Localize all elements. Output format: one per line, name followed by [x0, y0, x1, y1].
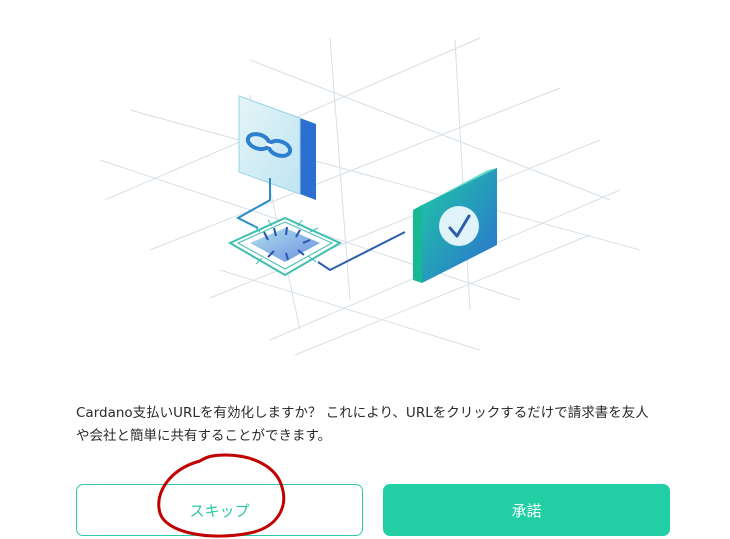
accept-button-label: 承諾	[511, 501, 542, 520]
message-line-2: や会社と簡単に共有することができます。	[76, 428, 332, 444]
skip-button-label: スキップ	[189, 501, 250, 520]
payment-url-illustration	[99, 37, 641, 356]
skip-button[interactable]: スキップ	[76, 484, 363, 536]
connector-chip-check	[317, 231, 406, 272]
connector-link-chip	[235, 178, 271, 229]
checkmark-icon	[439, 206, 479, 246]
enable-url-message: Cardano支払いURLを有効化しますか？ これにより、URLをクリックするだ…	[76, 402, 696, 448]
cardano-url-dialog: Cardano支払いURLを有効化しますか？ これにより、URLをクリックするだ…	[0, 0, 730, 539]
check-card	[413, 168, 497, 283]
accept-button[interactable]: 承諾	[383, 484, 670, 536]
grid-lines	[99, 37, 641, 356]
link-card	[238, 95, 316, 200]
message-line-1: Cardano支払いURLを有効化しますか？ これにより、URLをクリックするだ…	[76, 405, 649, 421]
